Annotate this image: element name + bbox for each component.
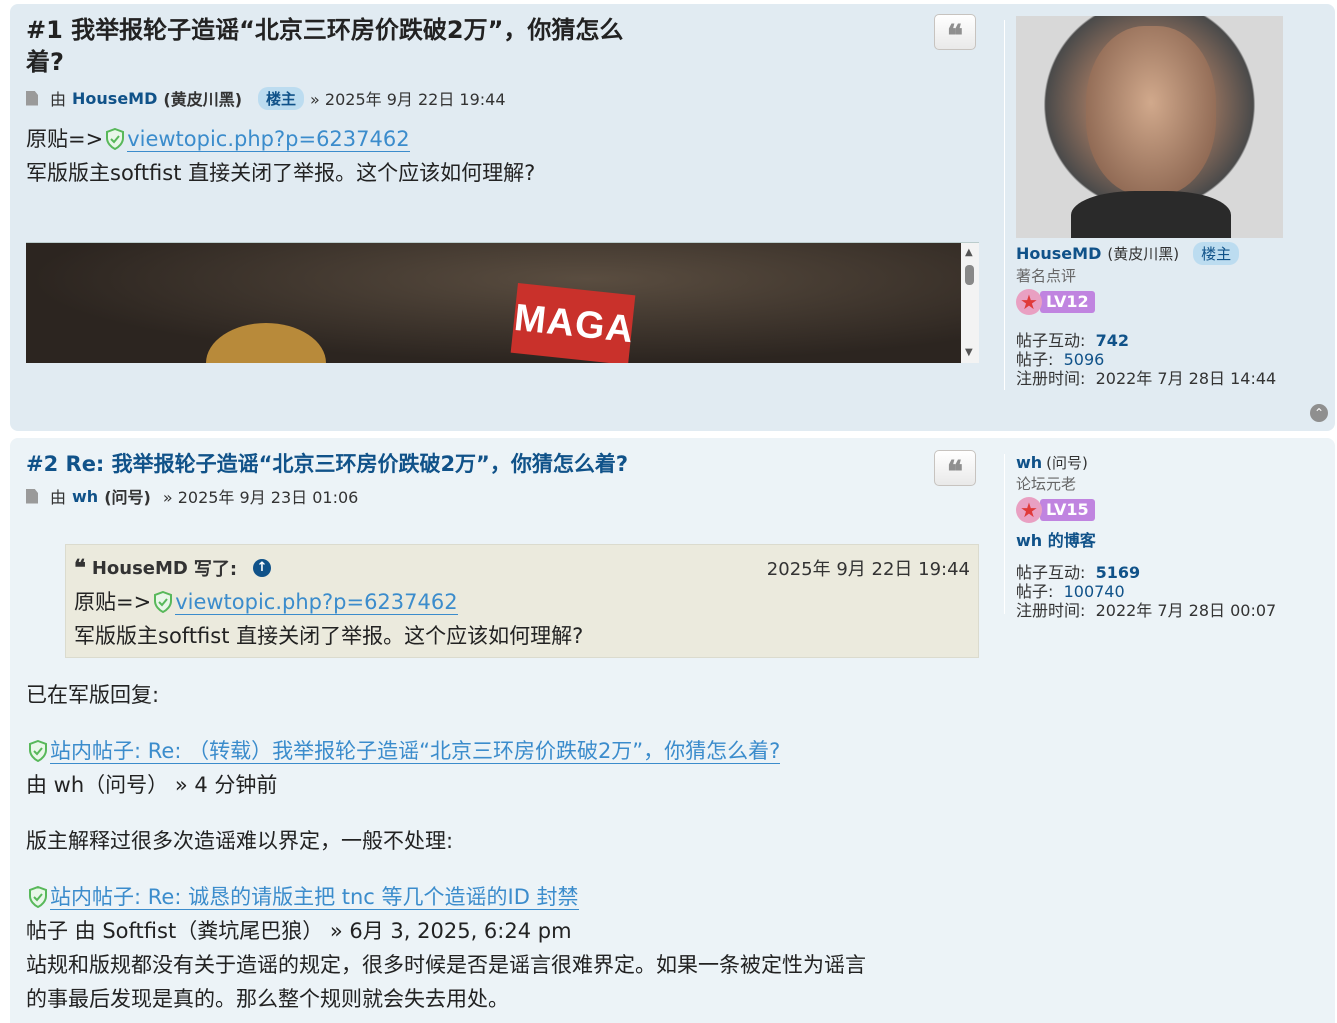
avatar[interactable] (1016, 16, 1283, 238)
level-badge: LV12 (1016, 289, 1095, 315)
post-file-icon (26, 488, 38, 504)
maga-flag: MAGA (510, 283, 636, 363)
profile-rank: 著名点评 (1016, 267, 1077, 285)
post-title: #1 我举报轮子造谣“北京三环房价跌破2万”，你猜怎么 着? (26, 16, 624, 76)
author-profile: wh (问号) 论坛元老 LV15 wh 的博客 帖子互动: 5169 帖子: … (1016, 452, 1276, 620)
divider (1004, 20, 1005, 390)
joined-date: 2022年 7月 28日 14:44 (1095, 369, 1277, 388)
blockquote: ❝ HouseMD 写了: ↑ 2025年 9月 22日 19:44 原贴=> v… (65, 544, 979, 658)
quote-button[interactable]: ❝ (934, 14, 976, 54)
interaction-count[interactable]: 742 (1096, 331, 1129, 350)
quote-date: 2025年 9月 22日 19:44 (766, 559, 970, 580)
profile-blog-link[interactable]: wh 的博客 (1016, 531, 1096, 550)
embedded-image: MAGA ▲ ▼ (26, 242, 979, 363)
author-profile: HouseMD (黄皮川黑) 楼主 著名点评 LV12 帖子互动: 742 帖子… (1016, 16, 1283, 388)
interaction-count[interactable]: 5169 (1096, 563, 1141, 582)
link-meta-2: 帖子 由 Softfist（粪坑尾巴狼） » 6月 3, 2025, 6:24 … (26, 919, 572, 943)
internal-post-link-1[interactable]: 站内帖子: Re: （转载）我举报轮子造谣“北京三环房价跌破2万”，你猜怎么着? (50, 739, 781, 764)
shield-check-icon (106, 128, 125, 150)
post-date: » 2025年 9月 23日 01:06 (162, 488, 359, 507)
image-scrollbar[interactable]: ▲ ▼ (961, 243, 979, 363)
shield-check-icon (29, 886, 47, 908)
post-content: 原贴=> viewtopic.php?p=6237462 军版版主softfist… (26, 122, 535, 190)
original-post-link[interactable]: viewtopic.php?p=6237462 (175, 590, 458, 615)
post-file-icon (26, 90, 38, 106)
star-icon (1016, 289, 1042, 315)
owner-badge: 楼主 (258, 86, 305, 110)
post-meta: 由 wh (问号) » 2025年 9月 23日 01:06 (26, 484, 358, 508)
scroll-down-icon[interactable]: ▼ (965, 347, 973, 358)
star-icon (1016, 497, 1042, 523)
go-to-quoted-icon[interactable]: ↑ (253, 559, 272, 577)
quote-mark-icon: ❝ (74, 555, 86, 581)
divider (1004, 454, 1005, 614)
post-content: 已在军版回复: 站内帖子: Re: （转载）我举报轮子造谣“北京三环房价跌破2万… (26, 683, 866, 1011)
scroll-up-icon[interactable]: ▲ (965, 247, 973, 258)
post-title-link[interactable]: #2 Re: 我举报轮子造谣“北京三环房价跌破2万”，你猜怎么着? (26, 448, 628, 480)
original-post-link[interactable]: viewtopic.php?p=6237462 (127, 127, 410, 152)
post-count[interactable]: 5096 (1064, 350, 1105, 369)
post-2: #2 Re: 我举报轮子造谣“北京三环房价跌破2万”，你猜怎么着? 由 wh (… (10, 438, 1335, 1023)
profile-name[interactable]: HouseMD (1016, 244, 1101, 263)
profile-name[interactable]: wh (1016, 453, 1042, 472)
post-count[interactable]: 100740 (1064, 582, 1125, 601)
shield-check-icon (154, 591, 173, 613)
post-text: 军版版主softfist 直接关闭了举报。这个应该如何理解? (26, 161, 536, 185)
post-date: » 2025年 9月 22日 19:44 (310, 90, 506, 109)
level-badge: LV15 (1016, 497, 1095, 523)
shield-check-icon (29, 740, 47, 762)
profile-rank: 论坛元老 (1016, 475, 1077, 493)
link-meta-1: 由 wh（问号） » 4 分钟前 (26, 773, 278, 797)
author-link[interactable]: wh (72, 487, 98, 506)
internal-post-link-2[interactable]: 站内帖子: Re: 诚恳的请版主把 tnc 等几个造谣的ID 封禁 (50, 885, 579, 910)
back-to-top-icon[interactable]: ⌃ (1310, 404, 1328, 422)
scroll-thumb[interactable] (965, 265, 974, 285)
post-meta: 由 HouseMD (黄皮川黑) 楼主 » 2025年 9月 22日 19:44 (26, 86, 506, 110)
post-1: #1 我举报轮子造谣“北京三环房价跌破2万”，你猜怎么 着? 由 HouseMD… (10, 4, 1335, 431)
author-link[interactable]: HouseMD (72, 89, 157, 108)
quote-button[interactable]: ❝ (934, 450, 976, 490)
joined-date: 2022年 7月 28日 00:07 (1095, 601, 1277, 620)
profile-owner-badge: 楼主 (1193, 242, 1240, 265)
quoted-author[interactable]: HouseMD (92, 558, 188, 579)
